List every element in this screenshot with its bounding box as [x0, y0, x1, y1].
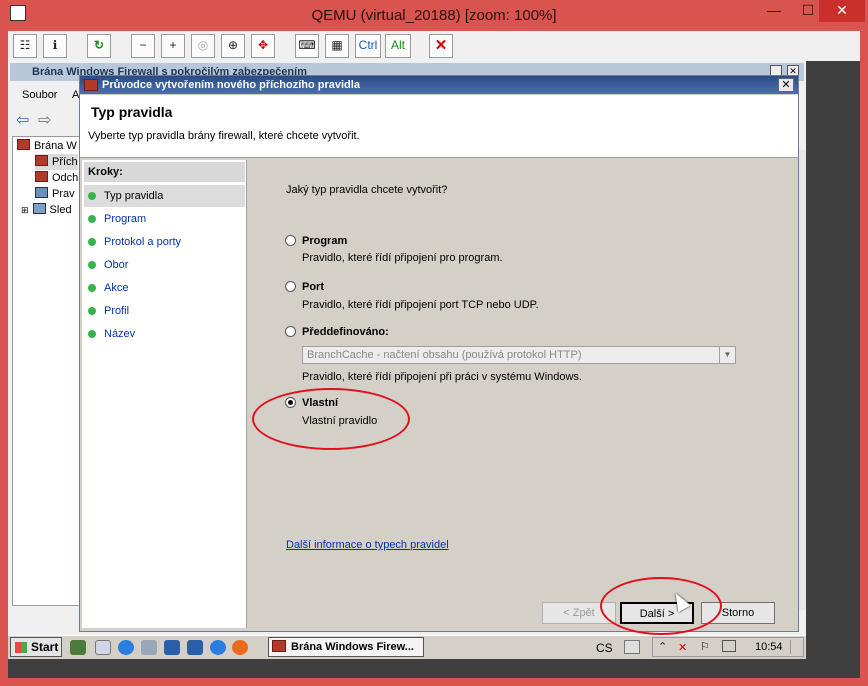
step-bullet-icon	[88, 261, 96, 269]
clock[interactable]: 10:54	[755, 641, 783, 653]
radio-port[interactable]	[285, 281, 296, 292]
chevron-down-icon[interactable]: ▼	[719, 347, 735, 363]
volume-muted-icon[interactable]: ✕	[678, 641, 687, 654]
option-desc-predefined: Pravidlo, které řídí připojení při práci…	[302, 371, 582, 383]
console-menu-bar: Soubor A	[10, 86, 82, 106]
refresh-icon[interactable]: ↻	[87, 34, 111, 58]
dialog-title: Průvodce vytvořením nového příchozího pr…	[80, 76, 798, 94]
radio-program[interactable]	[285, 235, 296, 246]
explorer-icon[interactable]	[141, 640, 157, 655]
back-arrow-icon[interactable]: ⇦	[16, 110, 29, 130]
ctrl-key-button[interactable]: Ctrl	[355, 34, 381, 58]
dialog-header	[80, 95, 798, 158]
question-text: Jaký typ pravidla chcete vytvořit?	[286, 184, 448, 196]
remote-desktop-icon[interactable]	[187, 640, 203, 655]
windows-logo-icon	[15, 642, 27, 653]
console-icon[interactable]	[164, 640, 180, 655]
outbound-rules-icon	[35, 171, 48, 182]
window-title: QEMU (virtual_20188) [zoom: 100%]	[311, 7, 557, 24]
dialog-close-button[interactable]: ✕	[778, 78, 794, 92]
firewall-icon	[84, 79, 98, 91]
zoom-reset-icon[interactable]: ◎	[191, 34, 215, 58]
step-item[interactable]: Typ pravidla	[84, 185, 245, 207]
firefox-icon[interactable]	[232, 640, 248, 655]
step-item[interactable]: Profil	[84, 300, 245, 322]
disconnect-icon[interactable]: ✕	[429, 34, 453, 58]
notepad-icon[interactable]	[95, 640, 111, 655]
option-desc-port: Pravidlo, které řídí připojení port TCP …	[302, 299, 539, 311]
tree-item-inbound[interactable]: Přích	[35, 154, 78, 170]
annotation-circle-custom	[252, 388, 410, 450]
browser-icon[interactable]	[210, 640, 226, 655]
step-item[interactable]: Program	[84, 208, 245, 230]
option-desc-program: Pravidlo, které řídí připojení pro progr…	[302, 252, 503, 264]
menu-file[interactable]: Soubor	[22, 89, 57, 101]
option-label-port[interactable]: Port	[302, 281, 324, 293]
taskbar-window-button[interactable]: Brána Windows Firew...	[268, 637, 424, 657]
zoom-fit-icon[interactable]: ⊕	[221, 34, 245, 58]
dialog-subheading: Vyberte typ pravidla brány firewall, kte…	[88, 130, 360, 142]
tree-item-root[interactable]: Brána W	[17, 138, 77, 154]
step-item[interactable]: Název	[84, 323, 245, 345]
expand-icon[interactable]: ⊞	[21, 205, 29, 215]
step-bullet-icon	[88, 307, 96, 315]
zoom-out-icon[interactable]: −	[131, 34, 155, 58]
network-icon[interactable]	[722, 640, 736, 652]
flag-icon[interactable]: ⚐	[700, 640, 710, 653]
tree-item-outbound[interactable]: Odch	[35, 170, 78, 186]
predefined-select[interactable]: BranchCache - načtení obsahu (používá pr…	[302, 346, 736, 364]
step-bullet-icon	[88, 192, 96, 200]
minimize-button[interactable]: —	[757, 0, 791, 22]
option-label-program[interactable]: Program	[302, 235, 347, 247]
start-button[interactable]: Start	[10, 637, 62, 657]
step-item[interactable]: Protokol a porty	[84, 231, 245, 253]
zoom-in-icon[interactable]: +	[161, 34, 185, 58]
console-nav-bar: ⇦ ⇨	[10, 108, 82, 132]
language-indicator[interactable]: CS	[596, 641, 613, 655]
forward-arrow-icon[interactable]: ⇨	[38, 110, 51, 130]
keyboard-icon[interactable]	[624, 640, 640, 654]
inbound-rules-icon	[35, 155, 48, 166]
step-bullet-icon	[88, 215, 96, 223]
tray-expand-icon[interactable]: ⌃	[658, 640, 667, 653]
tree-item-monitoring[interactable]: ⊞ Sled	[21, 202, 72, 218]
radio-predefined[interactable]	[285, 326, 296, 337]
qemu-toolbar: ☷ ℹ ↻ − + ◎ ⊕ ✥ ⌨ ▦ Ctrl Alt ✕	[8, 31, 860, 61]
console-tree: Brána W Přích Odch Prav ⊞ Sled	[12, 136, 82, 606]
vm-border	[8, 659, 860, 678]
step-bullet-icon	[88, 238, 96, 246]
dialog-heading: Typ pravidla	[91, 104, 173, 120]
annotation-circle-next	[600, 577, 722, 635]
firewall-icon	[272, 640, 286, 652]
send-keys-icon[interactable]: ▦	[325, 34, 349, 58]
ctrl-alt-del-icon[interactable]: ⌨	[295, 34, 319, 58]
firewall-icon	[17, 139, 30, 150]
alt-key-button[interactable]: Alt	[385, 34, 411, 58]
qemu-title-bar: VNC QEMU (virtual_20188) [zoom: 100%] — …	[0, 0, 868, 31]
info-icon[interactable]: ℹ	[43, 34, 67, 58]
monitoring-icon	[32, 203, 46, 214]
fullscreen-icon[interactable]: ✥	[251, 34, 275, 58]
step-bullet-icon	[88, 284, 96, 292]
step-item[interactable]: Obor	[84, 254, 245, 276]
more-info-link[interactable]: Další informace o typech pravidel	[286, 539, 449, 551]
show-desktop-button[interactable]	[790, 640, 802, 654]
step-item[interactable]: Akce	[84, 277, 245, 299]
tree-item-security-rules[interactable]: Prav	[35, 186, 75, 202]
security-rules-icon	[35, 187, 48, 198]
option-label-predefined[interactable]: Předdefinováno:	[302, 326, 389, 338]
close-button[interactable]: ✕	[819, 0, 865, 22]
options-icon[interactable]: ☷	[13, 34, 37, 58]
internet-explorer-icon[interactable]	[118, 640, 134, 655]
server-manager-icon[interactable]	[70, 640, 86, 655]
steps-title: Kroky:	[84, 162, 245, 182]
step-bullet-icon	[88, 330, 96, 338]
